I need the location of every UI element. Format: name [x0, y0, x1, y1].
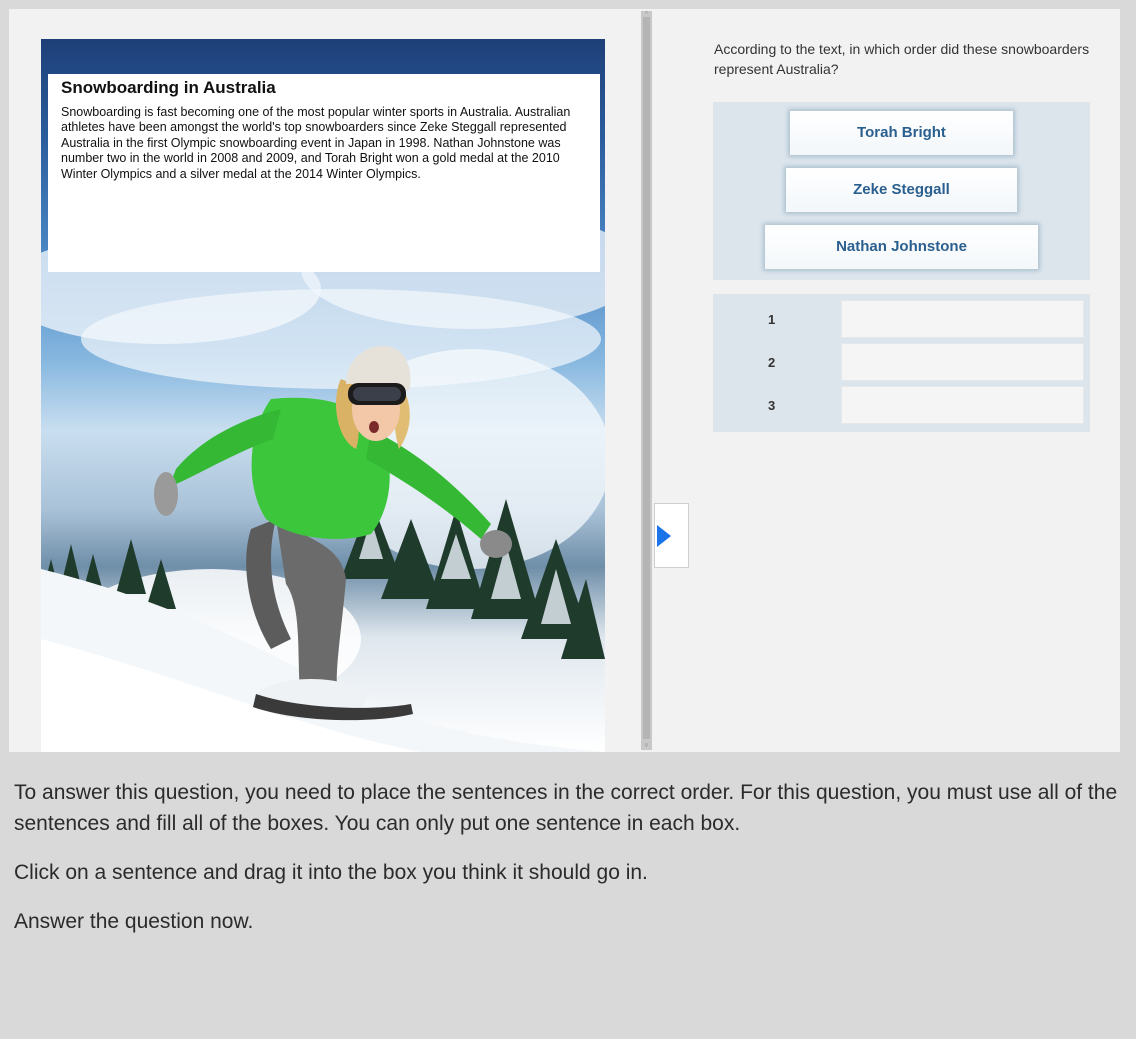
splitter-handle[interactable]: [643, 17, 650, 739]
answer-row: 3: [713, 384, 1090, 427]
options-area: Torah Bright Zeke Steggall Nathan Johnst…: [713, 102, 1090, 280]
instruction-paragraph: Answer the question now.: [14, 910, 254, 933]
answer-row-number: 3: [768, 398, 776, 413]
answer-row-number: 2: [768, 355, 776, 370]
chevron-down-icon[interactable]: v: [641, 742, 652, 750]
article-title: Snowboarding in Australia: [61, 78, 276, 97]
answer-row: 1: [713, 298, 1090, 341]
test-panel: Snowboarding in Australia Snowboarding i…: [9, 9, 1120, 752]
play-triangle-icon: [657, 525, 671, 547]
answer-slot-1[interactable]: [841, 300, 1084, 338]
instructions: To answer this question, you need to pla…: [14, 777, 1124, 955]
article-body: Snowboarding is fast becoming one of the…: [61, 105, 571, 181]
option-torah-bright[interactable]: Torah Bright: [790, 111, 1013, 155]
answer-slot-2[interactable]: [841, 343, 1084, 381]
pane-splitter[interactable]: ^ v: [641, 11, 652, 750]
instruction-paragraph: Click on a sentence and drag it into the…: [14, 861, 648, 884]
question-prompt: According to the text, in which order di…: [714, 41, 1090, 77]
instruction-paragraph: To answer this question, you need to pla…: [14, 781, 1118, 835]
option-zeke-steggall[interactable]: Zeke Steggall: [786, 168, 1017, 212]
answer-slot-3[interactable]: [841, 386, 1084, 424]
article-box: Snowboarding in Australia Snowboarding i…: [48, 74, 600, 272]
answer-row: 2: [713, 341, 1090, 384]
option-nathan-johnstone[interactable]: Nathan Johnstone: [765, 225, 1038, 269]
reading-pane: Snowboarding in Australia Snowboarding i…: [41, 39, 605, 752]
expand-pane-button[interactable]: [654, 503, 689, 568]
answer-row-number: 1: [768, 312, 776, 327]
answer-drop-area: 1 2 3: [713, 294, 1090, 432]
